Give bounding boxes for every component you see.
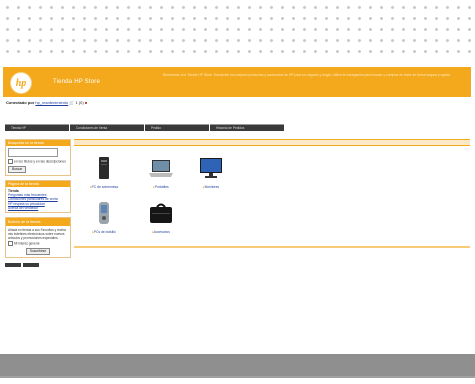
newsletter-box: Boletín de la tienda Añada en tienda a s… bbox=[5, 217, 71, 258]
monitor-icon bbox=[200, 158, 222, 178]
subscribe-button[interactable]: Suscribirse bbox=[25, 247, 51, 255]
product-grid: PC de sobremesa Portátiles Monitores bbox=[74, 146, 470, 256]
search-button[interactable]: Buscar bbox=[8, 166, 27, 173]
search-box: Búsqueda en la tienda en los títulos y e… bbox=[5, 139, 71, 176]
logo-text: hp bbox=[15, 77, 27, 89]
laptop-icon bbox=[149, 160, 173, 177]
cart-count: 1 (0) bbox=[75, 100, 84, 105]
tab-condiciones[interactable]: Condiciones de Venta bbox=[70, 124, 144, 131]
user-bar: Conectado por hp_mantenimiento 🛒 1 (0) ■ bbox=[6, 100, 87, 105]
nav-item-seller[interactable]: Acerca del vendedor bbox=[8, 206, 68, 210]
tab-tienda[interactable]: Tienda HP bbox=[5, 124, 69, 131]
newsletter-body: Añada en tienda a sus Favoritos y reciba… bbox=[8, 228, 66, 241]
store-nav-box: Página de la tienda Tienda Preguntas más… bbox=[5, 180, 71, 214]
content-header-bar bbox=[74, 139, 470, 146]
dotted-background bbox=[0, 0, 475, 60]
sidebar-small-buttons bbox=[5, 262, 71, 267]
main-content: PC de sobremesa Portátiles Monitores bbox=[74, 139, 470, 256]
product-label-desktop[interactable]: PC de sobremesa bbox=[74, 185, 134, 189]
store-page: hp Tienda HP Store Bienvenido a la Tiend… bbox=[0, 64, 475, 384]
bag-icon bbox=[150, 203, 172, 223]
tab-historial[interactable]: Historial de Pedidos bbox=[210, 124, 284, 131]
search-input[interactable] bbox=[8, 148, 58, 157]
content-separator bbox=[74, 246, 470, 248]
sidebar: Búsqueda en la tienda en los títulos y e… bbox=[5, 139, 71, 267]
product-label-pda[interactable]: PCs de bolsillo bbox=[74, 230, 134, 234]
product-label-monitor[interactable]: Monitores bbox=[181, 185, 241, 189]
basket-icon[interactable]: ■ bbox=[85, 100, 87, 105]
product-pda[interactable]: PCs de bolsillo bbox=[74, 201, 134, 234]
cart-icon[interactable]: 🛒 bbox=[69, 100, 74, 105]
product-label-accessories[interactable]: Accesorios bbox=[131, 230, 191, 234]
newsletter-checkbox-label: Mi interés general bbox=[14, 240, 40, 245]
hp-logo[interactable]: hp bbox=[10, 72, 32, 94]
user-bar-label: Conectado por bbox=[6, 100, 35, 105]
search-description-checkbox[interactable] bbox=[8, 159, 13, 164]
header-banner: hp Tienda HP Store Bienvenido a la Tiend… bbox=[3, 67, 471, 97]
newsletter-checkbox[interactable] bbox=[8, 240, 13, 246]
product-accessories[interactable]: Accesorios bbox=[131, 201, 191, 234]
product-monitor[interactable]: Monitores bbox=[181, 156, 241, 189]
desktop-tower-icon bbox=[99, 157, 109, 179]
small-button-2[interactable] bbox=[23, 262, 39, 267]
footer-band bbox=[0, 354, 475, 376]
search-checkbox-label: en los títulos y en las descripciones bbox=[14, 159, 66, 164]
newsletter-title: Boletín de la tienda bbox=[6, 218, 70, 227]
pda-icon bbox=[99, 202, 109, 224]
main-tabs: Tienda HP Condiciones de Venta Pedido Hi… bbox=[5, 124, 284, 131]
store-title: Tienda HP Store bbox=[53, 79, 101, 85]
banner-text: Bienvenido a la Tienda HP Store. Encuent… bbox=[163, 73, 451, 77]
product-desktop[interactable]: PC de sobremesa bbox=[74, 156, 134, 189]
footer-line bbox=[0, 376, 475, 378]
small-button-1[interactable] bbox=[5, 262, 21, 267]
tab-pedido[interactable]: Pedido bbox=[145, 124, 209, 131]
user-link[interactable]: hp_mantenimiento bbox=[35, 100, 68, 105]
